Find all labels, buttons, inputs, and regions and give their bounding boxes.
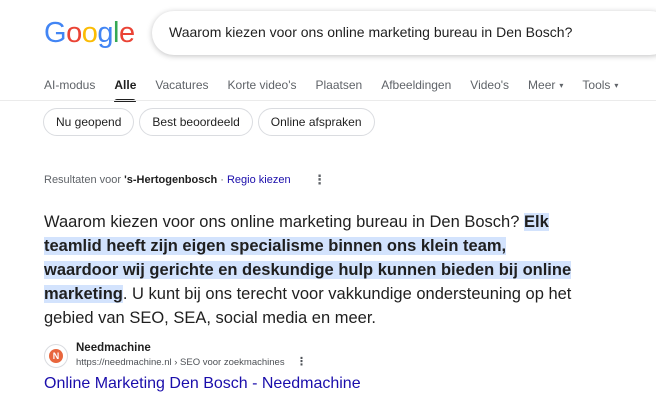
more-vert-icon[interactable]: ⋮ (313, 172, 326, 188)
choose-region-link[interactable]: Regio kiezen (227, 174, 291, 186)
tab-label: Alle (114, 78, 137, 92)
tab-label: Video's (470, 78, 510, 92)
tab-meer[interactable]: Meer ▾ (528, 78, 563, 100)
chip-nu-geopend[interactable]: Nu geopend (43, 108, 135, 136)
chevron-down-icon: ▾ (559, 81, 564, 90)
tab-label: Korte video's (227, 78, 297, 92)
logo-letter: o (66, 17, 82, 49)
snippet-after: . U kunt bij ons terecht voor vakkundige… (44, 285, 572, 327)
tab-label: Meer (528, 78, 556, 92)
logo-letter: e (118, 17, 135, 49)
results-prefix: Resultaten voor (44, 174, 125, 186)
tab-tools[interactable]: Tools ▾ (582, 78, 618, 100)
search-box[interactable]: Waarom kiezen voor ons online marketing … (152, 11, 656, 55)
favicon-letter: N (49, 349, 63, 363)
results-separator: · (217, 174, 227, 186)
results-location: Resultaten voor 's-Hertogenbosch · Regio… (44, 174, 291, 186)
tab-afbeeldingen[interactable]: Afbeeldingen (381, 78, 451, 100)
chip-online-afspraken[interactable]: Online afspraken (257, 108, 375, 136)
tab-label: AI-modus (44, 78, 96, 92)
logo-letter: o (81, 17, 98, 49)
logo-letter: g (97, 17, 113, 49)
tab-video-s[interactable]: Video's (470, 78, 509, 100)
search-tabs: AI-modus Alle Vacatures Korte video's Plaats… (44, 78, 637, 102)
chevron-down-icon: ▾ (614, 81, 619, 90)
results-location-name: 's-Hertogenbosch (124, 174, 218, 186)
site-name: Needmachine (76, 342, 151, 354)
google-logo[interactable]: Google (44, 17, 135, 49)
tab-label: Tools (582, 78, 611, 92)
tab-label: Afbeeldingen (381, 78, 452, 92)
tab-label: Vacatures (155, 78, 209, 92)
tab-korte-video-s[interactable]: Korte video's (228, 78, 297, 100)
featured-snippet: Waarom kiezen voor ons online marketing … (44, 210, 574, 330)
site-url: https://needmachine.nl › SEO voor zoekma… (76, 357, 285, 368)
logo-letter: G (44, 17, 67, 49)
divider (0, 100, 656, 101)
chip-best-beoordeeld[interactable]: Best beoordeeld (139, 108, 253, 136)
filter-chips: Nu geopend Best beoordeeld Online afspra… (43, 108, 380, 136)
more-vert-icon[interactable]: ⋮ (296, 355, 307, 368)
result-title-link[interactable]: Online Marketing Den Bosch - Needmachine (44, 375, 361, 393)
snippet-before: Waarom kiezen voor ons online marketing … (44, 213, 524, 231)
site-favicon-icon: N (44, 344, 68, 368)
search-input[interactable]: Waarom kiezen voor ons online marketing … (169, 24, 572, 40)
tab-ai-modus[interactable]: AI-modus (44, 78, 95, 100)
tab-plaatsen[interactable]: Plaatsen (316, 78, 363, 100)
tab-alle[interactable]: Alle (114, 78, 137, 102)
tab-vacatures[interactable]: Vacatures (155, 78, 208, 100)
tab-label: Plaatsen (315, 78, 363, 92)
